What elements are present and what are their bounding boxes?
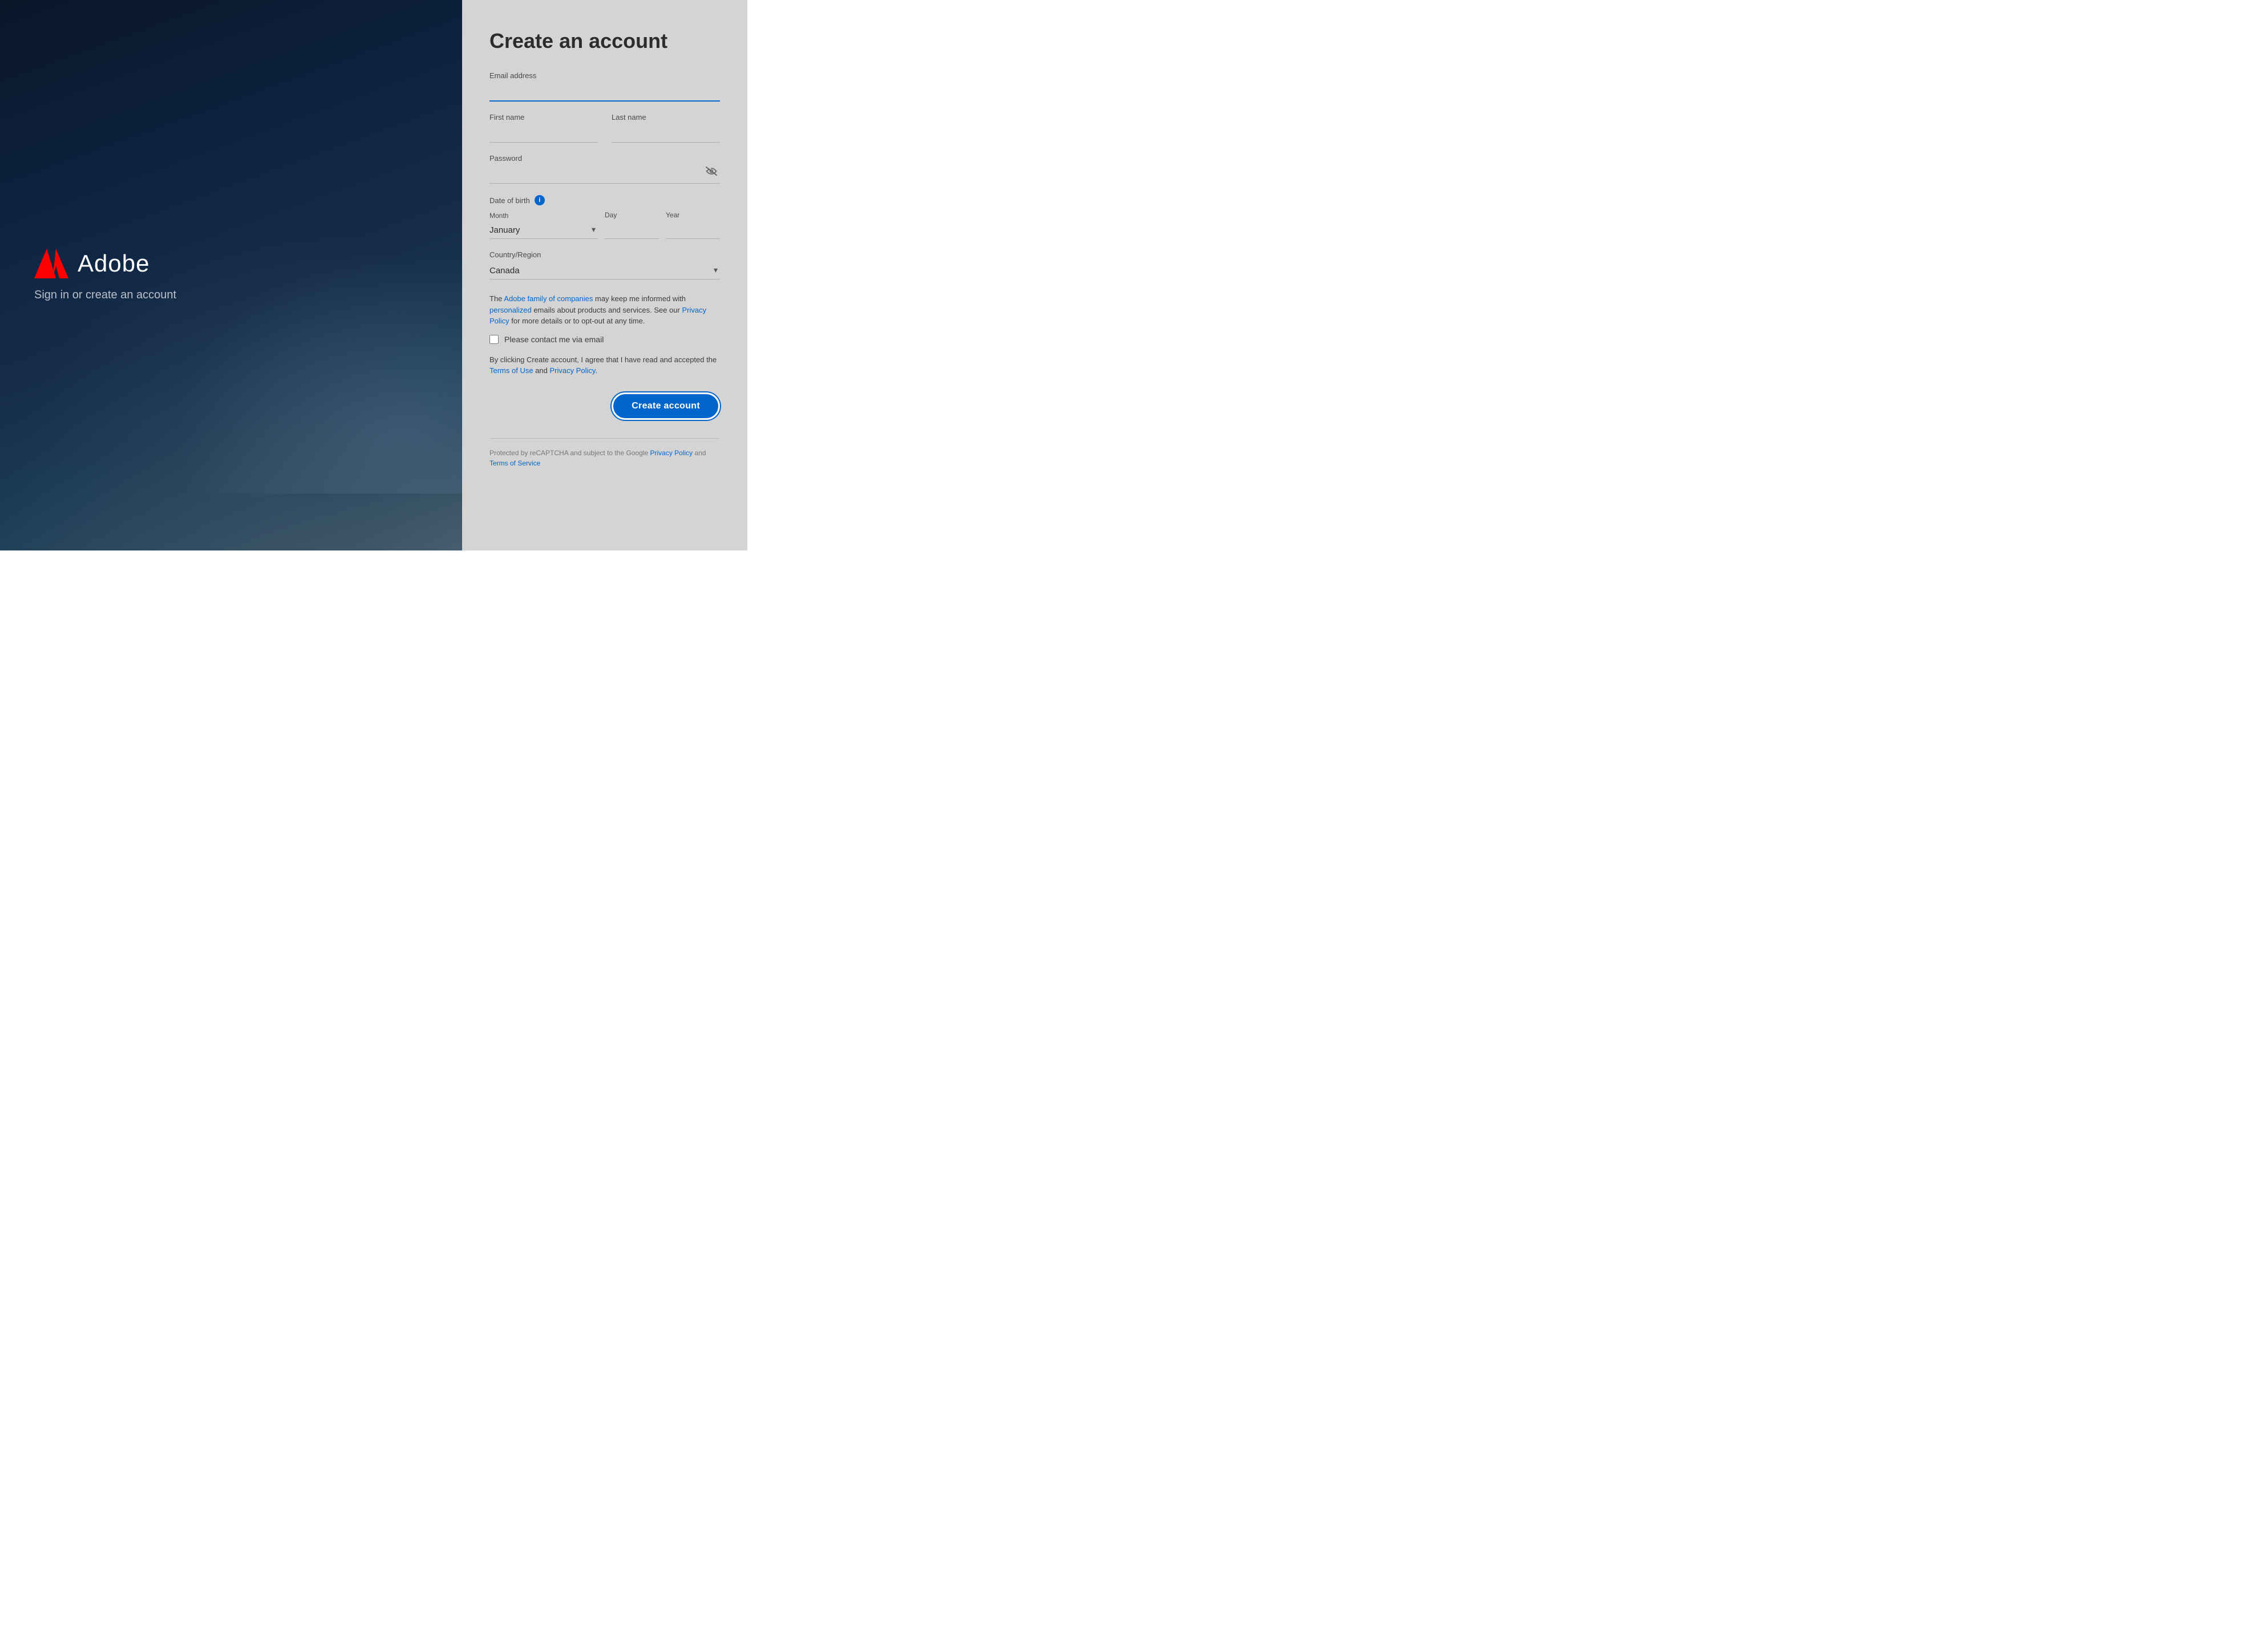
personalized-link[interactable]: personalized	[489, 306, 532, 314]
dob-year-col: Year	[666, 211, 720, 239]
last-name-field[interactable]	[612, 125, 720, 143]
first-name-group: First name	[489, 113, 598, 143]
country-select-wrapper: Canada United States United Kingdom Aust…	[489, 262, 720, 280]
adobe-brand: Adobe	[34, 249, 428, 278]
dob-info-icon[interactable]: i	[535, 195, 545, 205]
divider	[489, 438, 720, 439]
password-wrapper	[489, 166, 720, 184]
year-field[interactable]	[666, 221, 720, 239]
last-name-group: Last name	[612, 113, 720, 143]
create-btn-row: Create account	[489, 392, 720, 420]
name-row: First name Last name	[489, 113, 720, 154]
email-field[interactable]	[489, 83, 720, 102]
create-account-form: Create an account Email address First na…	[462, 0, 747, 550]
recaptcha-text: Protected by reCAPTCHA and subject to th…	[489, 448, 720, 468]
first-name-field[interactable]	[489, 125, 598, 143]
consent-text: The Adobe family of companies may keep m…	[489, 293, 720, 327]
password-field[interactable]	[489, 166, 720, 184]
privacy-policy-terms-link[interactable]: Privacy Policy	[550, 366, 596, 375]
contact-checkbox-label: Please contact me via email	[504, 335, 604, 344]
first-name-label: First name	[489, 113, 598, 122]
adobe-family-link[interactable]: Adobe family of companies	[504, 294, 593, 303]
month-sublabel: Month	[489, 212, 598, 220]
dob-row: Month January February March April May J…	[489, 211, 720, 239]
dob-section: Date of birth i Month January February M…	[489, 195, 720, 239]
dob-day-col: Day	[605, 211, 659, 239]
country-section: Country/Region Canada United States Unit…	[489, 250, 720, 280]
password-toggle-icon[interactable]	[705, 166, 718, 179]
recaptcha-terms-link[interactable]: Terms of Service	[489, 459, 540, 467]
dob-label: Date of birth	[489, 196, 530, 205]
contact-checkbox[interactable]	[489, 335, 499, 344]
left-panel: Adobe Sign in or create an account	[0, 0, 462, 550]
terms-of-use-link[interactable]: Terms of Use	[489, 366, 533, 375]
dob-label-row: Date of birth i	[489, 195, 720, 205]
password-label: Password	[489, 154, 720, 163]
month-select[interactable]: January February March April May June Ju…	[489, 222, 598, 239]
dob-month-col: Month January February March April May J…	[489, 212, 598, 239]
terms-text: By clicking Create account, I agree that…	[489, 354, 720, 376]
contact-checkbox-row: Please contact me via email	[489, 335, 720, 344]
adobe-logo-icon	[34, 249, 68, 278]
recaptcha-privacy-link[interactable]: Privacy Policy	[650, 449, 693, 457]
form-title: Create an account	[489, 29, 720, 53]
day-field[interactable]	[605, 221, 659, 239]
email-group: Email address	[489, 71, 720, 102]
password-group: Password	[489, 154, 720, 184]
month-select-wrapper: January February March April May June Ju…	[489, 222, 598, 239]
year-sublabel: Year	[666, 211, 720, 219]
email-label: Email address	[489, 71, 720, 80]
create-account-button[interactable]: Create account	[612, 392, 720, 420]
day-sublabel: Day	[605, 211, 659, 219]
tagline: Sign in or create an account	[34, 289, 428, 302]
country-select[interactable]: Canada United States United Kingdom Aust…	[489, 262, 720, 280]
last-name-label: Last name	[612, 113, 720, 122]
adobe-wordmark: Adobe	[78, 250, 149, 277]
country-label: Country/Region	[489, 250, 720, 259]
